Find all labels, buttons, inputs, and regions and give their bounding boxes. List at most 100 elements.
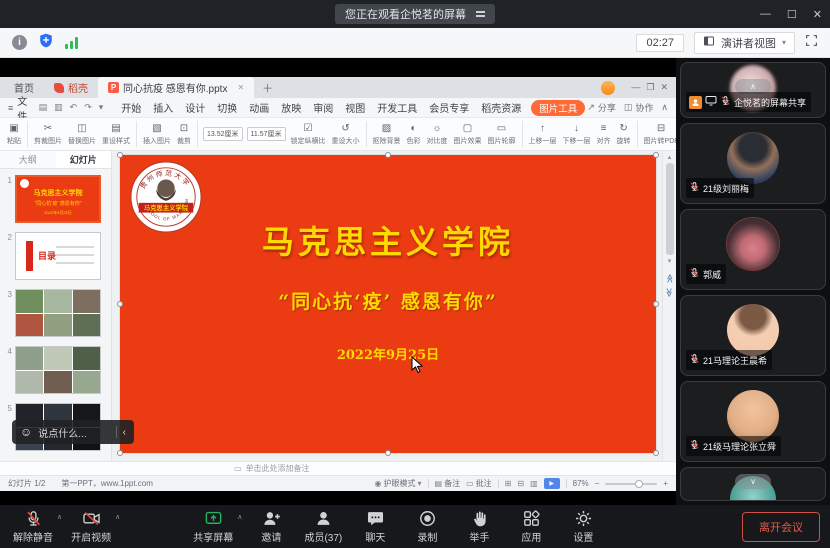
wps-close-icon[interactable]: ✕ xyxy=(660,82,668,92)
quick-icon[interactable]: ▾ xyxy=(99,102,104,113)
menu-tab-10[interactable]: 稻壳资源 xyxy=(475,100,527,116)
current-slide[interactable]: 贵州师范大学 马克思主义学院 SCHOOL OF MARXISM 马克思主义学院… xyxy=(120,155,656,453)
scroll-up-icon[interactable]: ▴ xyxy=(668,151,672,163)
participant-tile[interactable]: 21级刘丽梅 xyxy=(680,123,826,204)
vertical-scrollbar[interactable]: ▴ ▾ ≪ ≪ xyxy=(662,151,676,461)
menu-tab-4[interactable]: 动画 xyxy=(243,100,275,116)
minimize-button[interactable]: — xyxy=(760,8,771,20)
toolbar-button-chat[interactable]: 聊天 xyxy=(352,509,398,544)
slide-thumbnail-2[interactable]: 目录 xyxy=(15,232,101,280)
chevron-up-icon[interactable]: ∧ xyxy=(57,513,62,521)
toolbar-button-mic-off[interactable]: 解除静音 xyxy=(10,509,56,544)
collapse-left-icon[interactable]: ‹ xyxy=(123,427,126,438)
resize-handle[interactable] xyxy=(385,450,391,456)
ribbon-tool[interactable]: ☼对比度 xyxy=(424,123,451,146)
resize-handle[interactable] xyxy=(117,450,123,456)
menu-tab-8[interactable]: 开发工具 xyxy=(371,100,423,116)
zoom-slider-knob[interactable] xyxy=(635,480,643,488)
wps-restore-icon[interactable]: ❐ xyxy=(646,82,654,92)
toolbar-button-settings[interactable]: 设置 xyxy=(560,509,606,544)
ribbon-tool[interactable]: ⊡裁剪 xyxy=(174,123,194,146)
ribbon-tool[interactable]: ≡对齐 xyxy=(594,123,614,146)
new-tab-button[interactable]: ＋ xyxy=(254,77,281,98)
security-shield-icon[interactable] xyxy=(39,33,53,53)
view-mode-select[interactable]: 演讲者视图 ▾ xyxy=(694,32,795,54)
tab-outline[interactable]: 大纲 xyxy=(0,151,56,168)
menu-tab-0[interactable]: 开始 xyxy=(115,100,147,116)
toolbar-button-record[interactable]: 录制 xyxy=(404,509,450,544)
quick-icon[interactable]: ▤ xyxy=(39,102,48,113)
wps-minimize-icon[interactable]: — xyxy=(631,82,640,92)
zoom-slider[interactable] xyxy=(605,483,657,485)
close-tab-icon[interactable]: ✕ xyxy=(237,83,244,92)
toolbar-button-apps[interactable]: 应用 xyxy=(508,509,554,544)
participant-tile-partial[interactable]: ∨ xyxy=(680,467,826,501)
resize-handle[interactable] xyxy=(385,152,391,158)
ribbon-tool[interactable]: ▭图片轮廓 xyxy=(485,123,519,146)
ribbon-tool[interactable]: ▨抠除背景 xyxy=(370,123,404,146)
tab-slides[interactable]: 幻灯片 xyxy=(56,151,112,168)
next-slide-icon[interactable]: ≪ xyxy=(665,288,674,297)
ribbon-tool[interactable]: ◫替换图片 xyxy=(65,123,99,146)
toolbar-button-hand[interactable]: 举手 xyxy=(456,509,502,544)
close-button[interactable]: ✕ xyxy=(813,8,822,21)
menubar-action-1[interactable]: ◫协作 xyxy=(624,101,654,114)
zoom-out-icon[interactable]: − xyxy=(595,479,600,488)
ribbon-tool[interactable]: ☑锁定纵横比 xyxy=(288,123,329,146)
play-slideshow-button[interactable]: ▶ xyxy=(544,478,560,489)
reading-view-icon[interactable]: ▥ xyxy=(530,479,538,488)
sorter-view-icon[interactable]: ⊟ xyxy=(517,479,524,488)
emoji-icon[interactable]: ☺ xyxy=(20,425,32,439)
quick-icon[interactable]: ↶ xyxy=(70,102,78,113)
resize-handle[interactable] xyxy=(653,301,659,307)
slide-thumbnail-3[interactable] xyxy=(15,289,101,337)
user-avatar[interactable] xyxy=(601,81,615,95)
notes-button[interactable]: ▤备注 xyxy=(435,478,461,489)
quick-icon[interactable]: ↷ xyxy=(84,102,92,113)
meeting-info-icon[interactable]: i xyxy=(12,35,27,50)
menu-tab-6[interactable]: 审阅 xyxy=(307,100,339,116)
tab-docer[interactable]: 稻壳 xyxy=(44,77,98,98)
menu-tab-7[interactable]: 视图 xyxy=(339,100,371,116)
chevron-up-icon[interactable]: ∧ xyxy=(237,513,242,521)
context-tab-picture-tools[interactable]: 图片工具 xyxy=(531,100,585,116)
toolbar-button-invite[interactable]: 邀请 xyxy=(248,509,294,544)
ribbon-size-field[interactable]: 13.52厘米 xyxy=(203,127,243,141)
resize-handle[interactable] xyxy=(653,450,659,456)
participant-tile[interactable]: 郭威 xyxy=(680,209,826,290)
ribbon-size-field[interactable]: 11.57厘米 xyxy=(247,127,286,141)
leave-meeting-button[interactable]: 离开会议 xyxy=(742,512,820,542)
chat-quick-input[interactable]: ☺ 说点什么... ‹ xyxy=(12,420,134,444)
toolbar-button-share-screen[interactable]: 共享屏幕 xyxy=(190,509,236,544)
ribbon-tool[interactable]: ↓下移一层 xyxy=(560,123,594,146)
ribbon-tool[interactable]: ↻旋转 xyxy=(614,123,634,146)
participant-tile[interactable]: 21级马理论张立舜 xyxy=(680,381,826,462)
menu-tab-5[interactable]: 放映 xyxy=(275,100,307,116)
collapse-ribbon-icon[interactable]: ∧ xyxy=(661,102,668,113)
scrollbar-thumb[interactable] xyxy=(666,163,674,255)
expand-tile-button[interactable]: ∨ xyxy=(735,474,771,489)
resize-handle[interactable] xyxy=(117,152,123,158)
notes-bar[interactable]: ▭ 单击此处添加备注 xyxy=(0,461,676,475)
ribbon-tool[interactable]: ▢图片效果 xyxy=(451,123,485,146)
ribbon-tool[interactable]: ▤重设样式 xyxy=(99,123,133,146)
zoom-in-icon[interactable]: + xyxy=(663,479,668,488)
ribbon-tool[interactable]: ↑上移一层 xyxy=(526,123,560,146)
layout-toggle-icon[interactable] xyxy=(476,11,485,17)
menu-tab-2[interactable]: 设计 xyxy=(179,100,211,116)
eye-protect-toggle[interactable]: ◉护眼模式▾ xyxy=(375,478,422,489)
participant-tile[interactable]: 21马理论王晨希 xyxy=(680,295,826,376)
tab-document[interactable]: P 同心抗疫 感恩有你.pptx ✕ xyxy=(98,77,254,98)
slide-thumbnail-4[interactable] xyxy=(15,346,101,394)
toolbar-button-camera-off[interactable]: 开启视频 xyxy=(68,509,114,544)
normal-view-icon[interactable]: ⊞ xyxy=(505,479,512,488)
participant-tile-screen-share[interactable]: ∧企悦茗的屏幕共享 xyxy=(680,62,826,118)
ribbon-tool[interactable]: ▣粘贴 xyxy=(4,123,24,146)
scroll-down-icon[interactable]: ▾ xyxy=(668,255,672,267)
ribbon-tool[interactable]: ↺重设大小 xyxy=(329,123,363,146)
slide-thumbnail-1[interactable]: 马克思主义学院“同心抗‘疫’ 感恩有你”2022年9月25日 xyxy=(15,175,101,223)
menu-tab-9[interactable]: 会员专享 xyxy=(423,100,475,116)
menu-tab-3[interactable]: 切换 xyxy=(211,100,243,116)
resize-handle[interactable] xyxy=(653,152,659,158)
chevron-up-icon[interactable]: ∧ xyxy=(115,513,120,521)
